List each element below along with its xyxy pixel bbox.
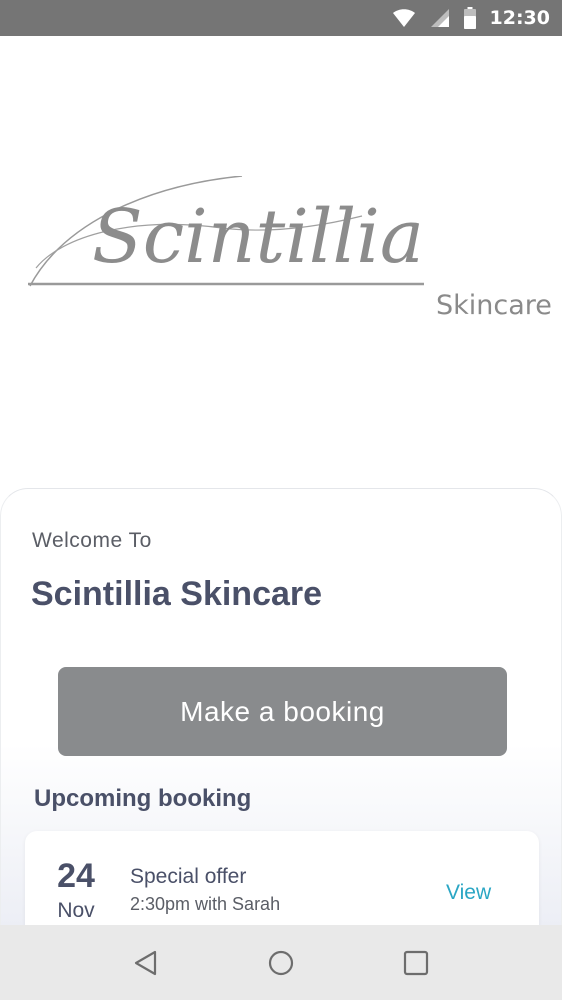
booking-detail: 2:30pm with Sarah [130, 894, 281, 914]
battery-icon [463, 7, 476, 29]
booking-service: Special offer [130, 865, 247, 888]
page-title: Scintillia Skincare [31, 575, 323, 613]
logo-suffix: Skincare [436, 290, 552, 321]
logo-area: Scintillia Skincare [0, 36, 562, 496]
recents-icon[interactable] [396, 943, 436, 983]
booking-day: 24 [57, 857, 95, 895]
home-icon[interactable] [261, 943, 301, 983]
logo-script-text: Scintillia [92, 194, 424, 280]
signal-icon [430, 8, 450, 28]
brand-logo: Scintillia [28, 176, 424, 287]
booking-month: Nov [57, 899, 95, 922]
bottom-sheet: Welcome To Scintillia Skincare Make a bo… [0, 488, 562, 941]
wifi-icon [392, 8, 416, 28]
view-booking-link[interactable]: View [446, 881, 491, 905]
back-icon[interactable] [126, 943, 166, 983]
upcoming-heading: Upcoming booking [34, 785, 252, 812]
welcome-label: Welcome To [32, 529, 152, 552]
make-booking-button[interactable]: Make a booking [58, 667, 507, 756]
status-time: 12:30 [489, 7, 550, 29]
system-nav-bar [0, 925, 562, 1000]
status-bar: 12:30 [0, 0, 562, 36]
